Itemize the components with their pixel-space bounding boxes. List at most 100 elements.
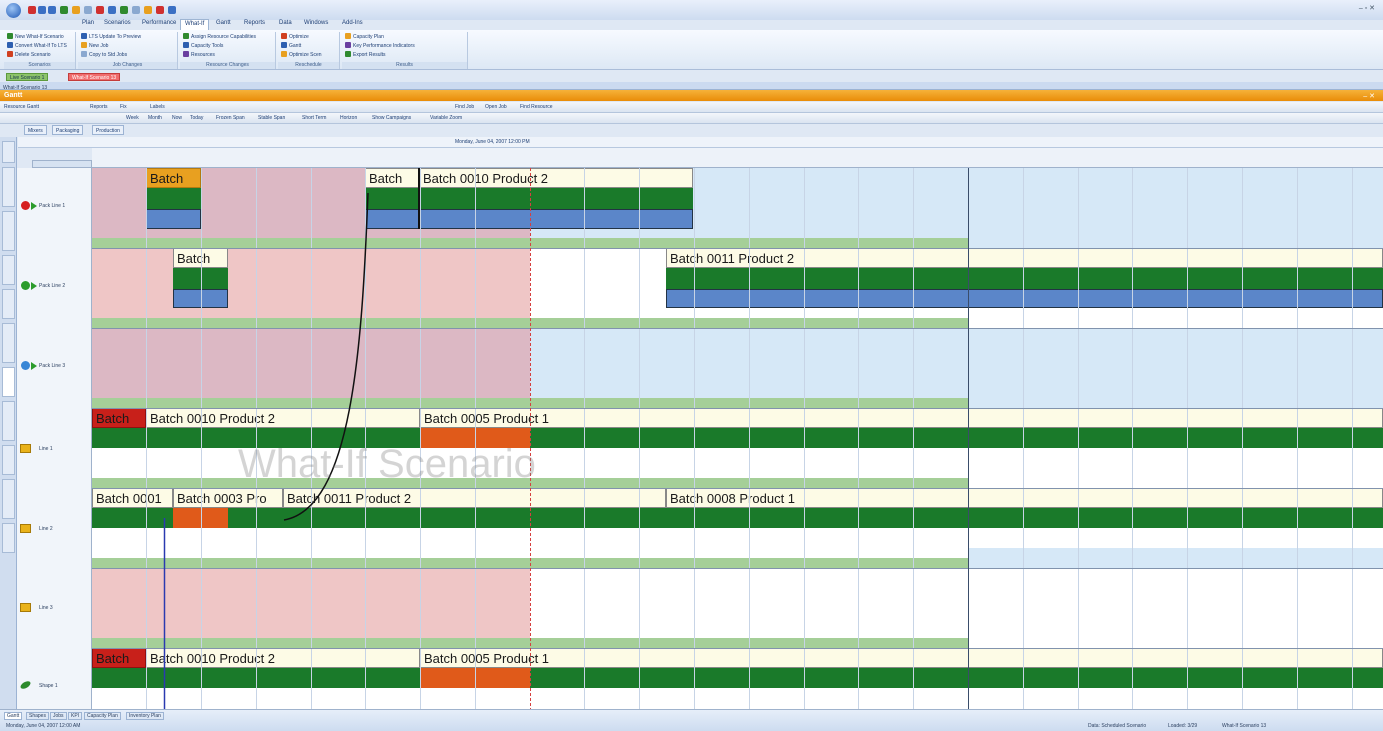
add-icon [7, 33, 13, 39]
new-job-button[interactable]: New Job [81, 42, 108, 50]
show-campaigns-button[interactable]: Show Campaigns [372, 115, 411, 121]
quick-access-icon[interactable] [168, 6, 176, 14]
bottom-tab-capacity-plan[interactable]: Capacity Plan [84, 712, 121, 720]
quick-access-icon[interactable] [96, 6, 104, 14]
tab-production[interactable]: Production [92, 125, 124, 135]
capacity-plan-button[interactable]: Capacity Plan [345, 33, 384, 41]
export-results-button[interactable]: Export Results [345, 51, 386, 59]
side-tab[interactable] [2, 445, 15, 475]
resource-row-pack-line-3[interactable]: Pack Line 3 [20, 360, 90, 372]
delete-scenario-button[interactable]: Delete Scenario [7, 51, 51, 59]
leaf-icon [19, 679, 32, 691]
blue-circle-icon [21, 361, 30, 370]
gantt-button[interactable]: Gantt [281, 42, 301, 50]
bottom-tab-inventory-plan[interactable]: Inventory Plan [126, 712, 164, 720]
side-tab[interactable] [2, 289, 15, 319]
find-job-button[interactable]: Find Job [455, 104, 474, 110]
bottom-tab-shapes[interactable]: Shapes [26, 712, 49, 720]
quick-access-icon[interactable] [84, 6, 92, 14]
week-button[interactable]: Week [126, 115, 139, 121]
resource-name: Line 3 [39, 605, 53, 611]
folder-icon [20, 524, 31, 533]
open-job-button[interactable]: Open Job [485, 104, 507, 110]
resource-name: Pack Line 2 [39, 283, 66, 289]
kpi-button[interactable]: Key Performance Indicators [345, 42, 415, 50]
save-icon[interactable] [28, 6, 36, 14]
find-resource-button[interactable]: Find Resource [520, 104, 553, 110]
optimize-button[interactable]: Optimize [281, 33, 309, 41]
gantt-close-button[interactable]: – ✕ [1363, 92, 1375, 100]
side-tab[interactable] [2, 523, 15, 553]
side-tab[interactable] [2, 211, 15, 251]
resources-button[interactable]: Resources [183, 51, 215, 59]
resource-row-shape-1[interactable]: Shape 1 [19, 679, 90, 692]
redo-icon[interactable] [48, 6, 56, 14]
side-tab[interactable] [2, 255, 15, 285]
side-tab[interactable] [2, 323, 15, 363]
fix-button[interactable]: Fix [120, 104, 127, 110]
horizon-button[interactable]: Horizon [340, 115, 357, 121]
quick-access-icon[interactable] [72, 6, 80, 14]
month-button[interactable]: Month [148, 115, 162, 121]
reports-button[interactable]: Reports [90, 104, 108, 110]
variable-zoom-dropdown[interactable]: Variable Zoom [430, 115, 462, 121]
quick-access-icon[interactable] [60, 6, 68, 14]
app-window: – ▫ ✕ Plan Scenarios Performance What-If… [0, 0, 1383, 731]
resource-column-header [32, 160, 92, 168]
capacity-icon [345, 33, 351, 39]
quick-access-icon[interactable] [156, 6, 164, 14]
doc-tab-live-scenario[interactable]: Live Scenario 1 [6, 73, 49, 81]
stable-span-button[interactable]: Stable Span [258, 115, 285, 121]
convert-what-if-button[interactable]: Convert What-If To LTS [7, 42, 67, 50]
gantt-panel-header: Gantt [0, 90, 1383, 101]
delete-icon [7, 51, 13, 57]
ribbon-group-label: Reschedule [278, 62, 339, 69]
tab-mixers[interactable]: Mixers [24, 125, 47, 135]
capacity-tools-button[interactable]: Capacity Tools [183, 42, 223, 50]
bottom-tab-jobs[interactable]: Jobs [50, 712, 67, 720]
date-navigation-bar: Monday, June 04, 2007 12:00 PM [18, 137, 1383, 148]
folder-icon [20, 603, 31, 612]
resource-gantt-dropdown[interactable]: Resource Gantt [4, 104, 39, 110]
resource-row-pack-line-2[interactable]: Pack Line 2 [20, 280, 90, 292]
bottom-tab-gantt[interactable]: Gantt [4, 712, 23, 720]
new-what-if-scenario-button[interactable]: New What-If Scenario [7, 33, 64, 41]
window-controls[interactable]: – ▫ ✕ [1359, 4, 1375, 12]
side-tab[interactable] [2, 367, 15, 397]
quick-access-icon[interactable] [144, 6, 152, 14]
today-button[interactable]: Today [190, 115, 203, 121]
frozen-span-button[interactable]: Frozen Span [216, 115, 245, 121]
bottom-tab-kpi[interactable]: KPI [68, 712, 83, 720]
optimize-scen-button[interactable]: Optimize Scen [281, 51, 322, 59]
current-date-label: Monday, June 04, 2007 12:00 PM [455, 139, 530, 145]
quick-access-icon[interactable] [108, 6, 116, 14]
copy-icon [81, 51, 87, 57]
resource-name: Line 1 [39, 446, 53, 452]
time-scale [92, 148, 1383, 168]
labels-button[interactable]: Labels [150, 104, 165, 110]
resource-row-line-1[interactable]: Line 1 [20, 443, 90, 455]
quick-access-icon[interactable] [120, 6, 128, 14]
side-tab-strip [0, 137, 17, 709]
side-tab[interactable] [2, 167, 15, 207]
side-tab[interactable] [2, 479, 15, 519]
copy-to-std-jobs-button[interactable]: Copy to Std Jobs [81, 51, 127, 59]
application-orb-icon[interactable] [6, 3, 21, 18]
side-tab[interactable] [2, 401, 15, 441]
short-term-button[interactable]: Short Term [302, 115, 326, 121]
resource-row-line-3[interactable]: Line 3 [20, 602, 90, 614]
now-button[interactable]: Now [172, 115, 182, 121]
gantt-toolbar: Resource Gantt Reports Fix Labels Find J… [0, 102, 1383, 113]
assign-capabilities-button[interactable]: Assign Resource Capabilities [183, 33, 256, 41]
quick-access-icon[interactable] [132, 6, 140, 14]
resource-row-pack-line-1[interactable]: Pack Line 1 [20, 200, 90, 212]
doc-tab-what-if-scenario[interactable]: What-If Scenario 13 [68, 73, 121, 81]
tab-packaging[interactable]: Packaging [52, 125, 84, 135]
ribbon-group-label: Job Changes [78, 62, 177, 69]
ribbon: New What-If Scenario Convert What-If To … [0, 30, 1383, 70]
resource-row-line-2[interactable]: Line 2 [20, 523, 90, 535]
export-icon [345, 51, 351, 57]
side-tab[interactable] [2, 141, 15, 163]
lts-update-button[interactable]: LTS Update To Preview [81, 33, 141, 41]
undo-icon[interactable] [38, 6, 46, 14]
